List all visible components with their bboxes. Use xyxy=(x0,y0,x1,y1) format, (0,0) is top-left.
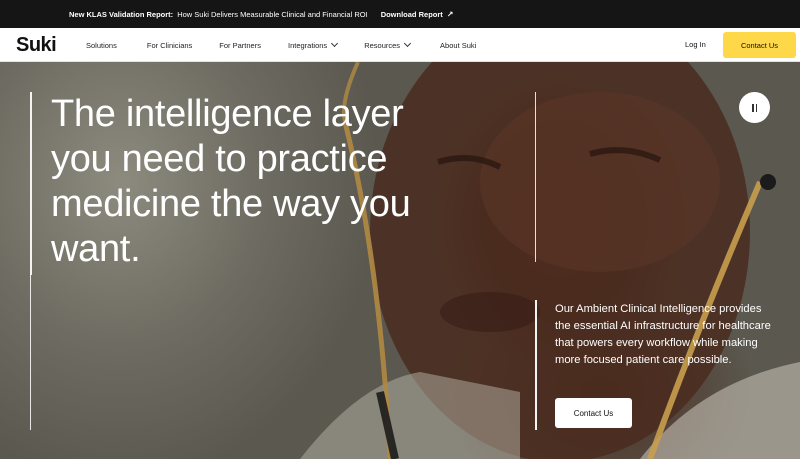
announcement-label: New KLAS Validation Report: xyxy=(69,9,174,19)
arrow-up-right-icon: ↗ xyxy=(446,9,454,19)
announcement-text[interactable]: How Suki Delivers Measurable Clinical an… xyxy=(177,10,368,19)
hero-headline: The intelligence layer you need to pract… xyxy=(51,93,411,270)
nav-item-label: Resources xyxy=(364,40,401,50)
chevron-down-icon xyxy=(331,39,339,48)
center-divider-line-lower xyxy=(535,300,537,430)
announcement-bar: New KLAS Validation Report: How Suki Del… xyxy=(0,0,800,28)
contact-us-button[interactable]: Contact Us xyxy=(723,32,796,58)
nav-item-label: For Clinicians xyxy=(146,40,193,50)
download-report-link[interactable]: Download Report ↗ xyxy=(381,10,454,19)
nav-item-integrations[interactable]: Integrations xyxy=(287,39,339,50)
pause-icon xyxy=(751,103,754,112)
nav-item-solutions[interactable]: Solutions xyxy=(86,41,117,50)
nav-item-for-clinicians[interactable]: For Clinicians xyxy=(147,41,192,50)
center-divider-line xyxy=(535,92,536,262)
nav-item-label: For Partners xyxy=(219,40,261,50)
nav-item-about-suki[interactable]: About Suki xyxy=(440,41,476,50)
main-nav: Solutions For Clinicians For Partners In… xyxy=(86,28,476,62)
nav-item-label: Integrations xyxy=(287,40,328,50)
chevron-down-icon xyxy=(404,39,412,48)
nav-item-label: Solutions xyxy=(86,40,117,50)
login-link[interactable]: Log In xyxy=(685,28,706,62)
suki-logo[interactable]: Suki xyxy=(16,32,57,58)
hero-description: Our Ambient Clinical Intelligence provid… xyxy=(555,303,771,366)
left-divider-line-lower xyxy=(30,275,31,430)
hero-section: The intelligence layer you need to pract… xyxy=(0,62,800,459)
hero-contact-us-button[interactable]: Contact Us xyxy=(555,398,632,428)
video-pause-button[interactable] xyxy=(739,92,770,123)
download-report-label[interactable]: Download Report xyxy=(381,10,443,19)
nav-item-for-partners[interactable]: For Partners xyxy=(219,41,261,50)
nav-item-label: About Suki xyxy=(440,40,477,50)
pause-icon-bar xyxy=(755,103,758,112)
site-header: Suki Solutions For Clinicians For Partne… xyxy=(0,28,800,62)
nav-item-resources[interactable]: Resources xyxy=(364,39,412,50)
left-divider-line xyxy=(30,92,32,275)
